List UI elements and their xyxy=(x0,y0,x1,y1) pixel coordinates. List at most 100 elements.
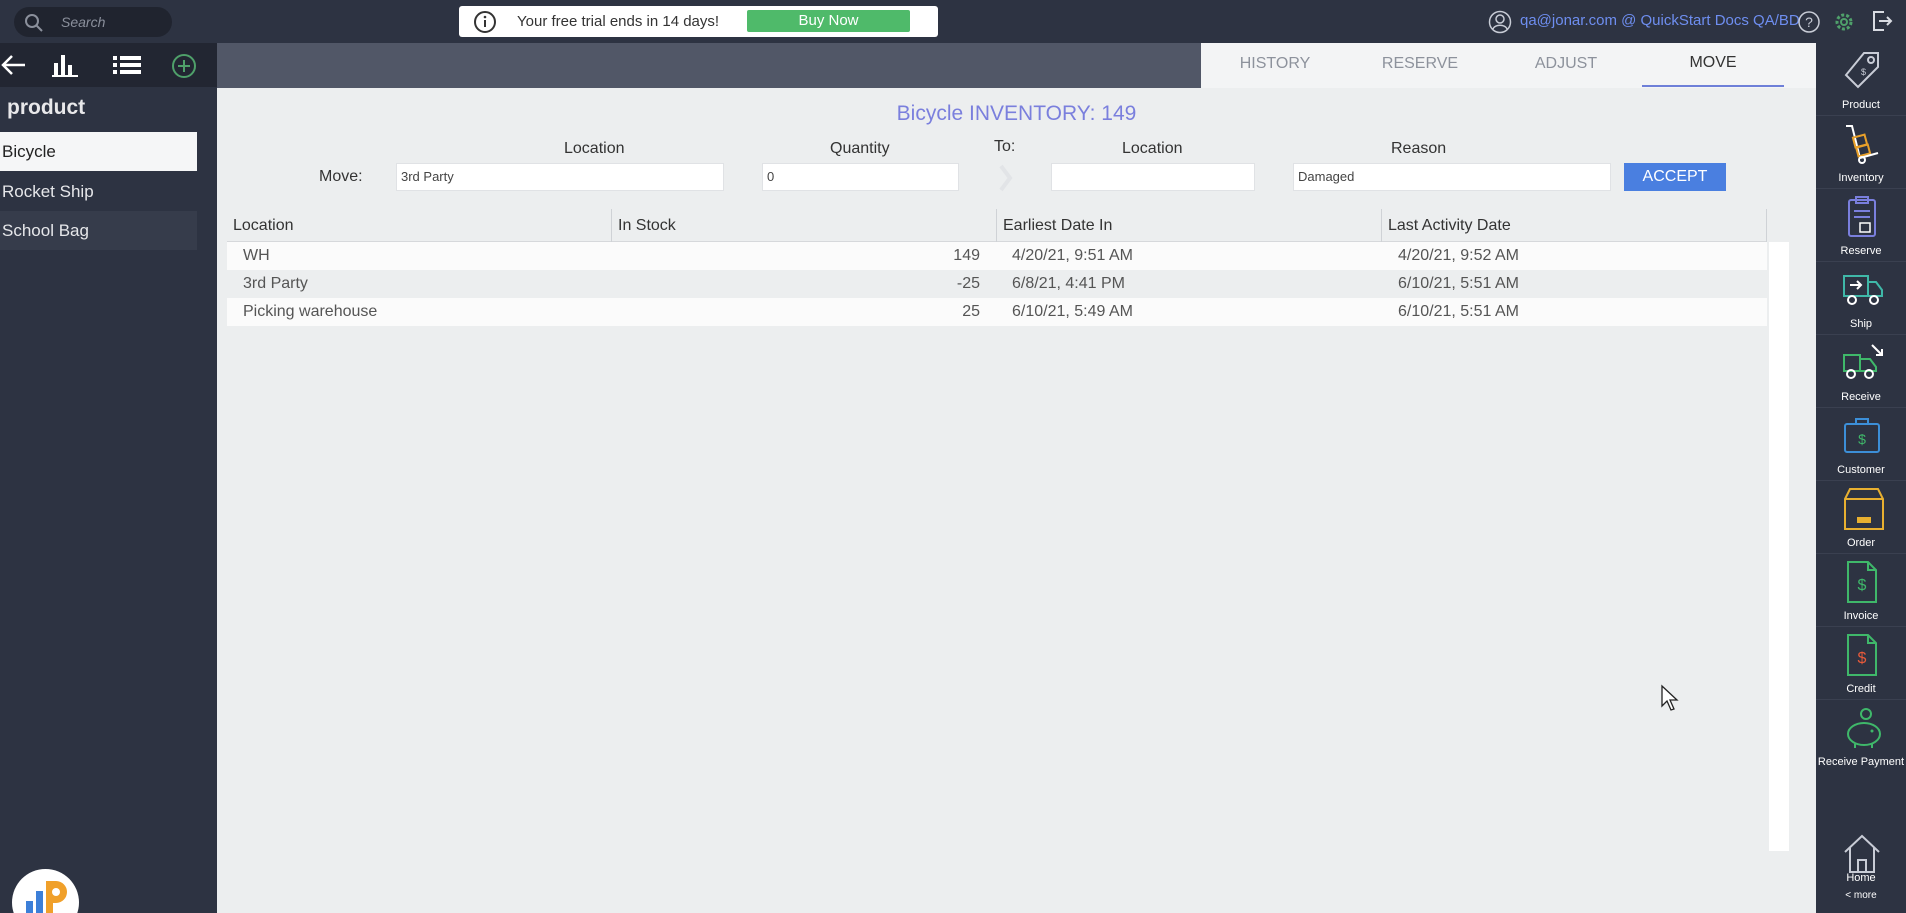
top-bar: Search Your free trial ends in 14 days! … xyxy=(0,0,1906,43)
cell-location: WH xyxy=(243,247,270,264)
sidebar-toolbar xyxy=(0,43,217,87)
cell-earliest-date: 6/8/21, 4:41 PM xyxy=(1012,275,1125,292)
tab-move[interactable]: MOVE xyxy=(1643,54,1783,72)
cell-last-activity: 6/10/21, 5:51 AM xyxy=(1398,303,1519,320)
svg-text:$: $ xyxy=(1858,577,1867,594)
column-header-last-activity[interactable]: Last Activity Date xyxy=(1382,209,1767,242)
column-header-in-stock[interactable]: In Stock xyxy=(612,209,997,242)
svg-text:?: ? xyxy=(1805,14,1813,30)
svg-text:$: $ xyxy=(1861,67,1866,77)
nav-home[interactable]: Home < more xyxy=(1816,826,1906,901)
nav-reserve[interactable]: Reserve xyxy=(1816,189,1906,262)
tag-icon: $ xyxy=(1844,52,1879,89)
nav-receive[interactable]: Receive xyxy=(1816,335,1906,408)
left-sidebar: product Bicycle Rocket Ship School Bag xyxy=(0,43,217,913)
svg-text:$: $ xyxy=(1858,650,1867,667)
tab-adjust[interactable]: ADJUST xyxy=(1496,55,1636,73)
nav-ship[interactable]: Ship xyxy=(1816,262,1906,335)
info-icon xyxy=(474,11,496,33)
logout-icon[interactable] xyxy=(1870,9,1894,33)
user-icon xyxy=(1488,10,1512,34)
inventory-title: Bicycle INVENTORY: 149 xyxy=(896,102,1137,125)
nav-customer[interactable]: $ Customer xyxy=(1816,408,1906,481)
table-row[interactable]: WH 149 4/20/21, 9:51 AM 4/20/21, 9:52 AM xyxy=(227,242,1767,270)
gear-icon[interactable] xyxy=(1832,10,1856,34)
add-icon[interactable] xyxy=(171,53,197,79)
active-tab-indicator xyxy=(1642,85,1784,87)
briefcase-icon: $ xyxy=(1844,418,1880,453)
nav-label: Product xyxy=(1842,99,1880,111)
svg-text:$: $ xyxy=(1858,431,1866,447)
chevron-right-icon xyxy=(999,164,1013,192)
from-location-select[interactable]: 3rd Party xyxy=(396,163,724,191)
nav-invoice[interactable]: $ Invoice xyxy=(1816,554,1906,627)
truck-ship-icon xyxy=(1843,275,1883,305)
credit-icon: $ xyxy=(1847,634,1877,676)
search-input[interactable]: Search xyxy=(14,7,172,37)
nav-product[interactable]: $ Product xyxy=(1816,43,1906,116)
nav-label: Receive Payment xyxy=(1817,756,1905,768)
cell-in-stock: 149 xyxy=(953,247,980,264)
invoice-icon: $ xyxy=(1847,561,1877,603)
sidebar-title: product xyxy=(7,96,86,119)
nav-label: Inventory xyxy=(1838,172,1884,184)
piggy-bank-icon xyxy=(1847,708,1881,748)
bar-chart-icon[interactable] xyxy=(52,53,78,77)
reason-select[interactable]: Damaged xyxy=(1293,163,1611,191)
buy-now-button[interactable]: Buy Now xyxy=(747,10,910,32)
tab-bar: HISTORY RESERVE ADJUST MOVE xyxy=(1201,43,1816,88)
list-icon[interactable] xyxy=(113,53,141,77)
sidebar-item-school-bag[interactable]: School Bag xyxy=(0,211,197,250)
nav-receive-payment[interactable]: Receive Payment xyxy=(1816,700,1906,773)
cell-earliest-date: 6/10/21, 5:49 AM xyxy=(1012,303,1133,320)
nav-credit[interactable]: $ Credit xyxy=(1816,627,1906,700)
location-label: Location xyxy=(564,140,625,157)
search-icon xyxy=(25,14,43,32)
cell-earliest-date: 4/20/21, 9:51 AM xyxy=(1012,247,1133,264)
logo-icon xyxy=(26,881,67,913)
quantity-input[interactable]: 0 xyxy=(762,163,959,191)
tab-reserve[interactable]: RESERVE xyxy=(1350,55,1490,73)
truck-receive-icon xyxy=(1843,344,1883,379)
column-header-earliest-date[interactable]: Earliest Date In xyxy=(997,209,1382,242)
cell-in-stock: -25 xyxy=(956,275,980,292)
cell-location: Picking warehouse xyxy=(243,303,378,320)
table-scrollbar[interactable] xyxy=(1769,242,1789,851)
nav-label: Order xyxy=(1846,537,1876,549)
box-icon xyxy=(1844,488,1884,530)
search-placeholder: Search xyxy=(61,14,106,30)
table-row[interactable]: Picking warehouse 25 6/10/21, 5:49 AM 6/… xyxy=(227,298,1767,326)
nav-label: Home xyxy=(1846,872,1876,884)
home-icon xyxy=(1844,834,1880,873)
quantity-label: Quantity xyxy=(830,140,890,157)
nav-label: Customer xyxy=(1837,464,1885,476)
sidebar-item-rocket-ship[interactable]: Rocket Ship xyxy=(0,172,197,211)
sidebar-item-bicycle[interactable]: Bicycle xyxy=(0,132,197,171)
table-row[interactable]: 3rd Party -25 6/8/21, 4:41 PM 6/10/21, 5… xyxy=(227,270,1767,298)
nav-label: Invoice xyxy=(1843,610,1879,622)
cell-last-activity: 6/10/21, 5:51 AM xyxy=(1398,275,1519,292)
nav-label: Credit xyxy=(1846,683,1876,695)
mouse-cursor-icon xyxy=(1661,684,1679,711)
tab-history[interactable]: HISTORY xyxy=(1205,55,1345,73)
clipboard-icon xyxy=(1848,196,1876,237)
to-location-select[interactable] xyxy=(1051,163,1255,191)
hand-truck-icon xyxy=(1846,125,1879,164)
back-arrow-icon[interactable] xyxy=(0,53,28,77)
nav-inventory[interactable]: Inventory xyxy=(1816,116,1906,189)
nav-order[interactable]: Order xyxy=(1816,481,1906,554)
nav-label: Reserve xyxy=(1840,245,1882,257)
more-link[interactable]: < more xyxy=(1816,890,1906,901)
help-icon[interactable]: ? xyxy=(1797,10,1821,34)
to-label: To: xyxy=(994,138,1016,155)
accept-button[interactable]: ACCEPT xyxy=(1624,163,1726,191)
cell-in-stock: 25 xyxy=(962,303,980,320)
column-header-location[interactable]: Location xyxy=(227,209,612,242)
app-logo xyxy=(12,869,79,913)
trial-banner: Your free trial ends in 14 days! Buy Now xyxy=(459,6,938,37)
table-header: Location In Stock Earliest Date In Last … xyxy=(227,209,1767,242)
user-text: qa@jonar.com @ QuickStart Docs QA/BD xyxy=(1520,12,1800,29)
reason-label: Reason xyxy=(1391,140,1447,157)
nav-label: Receive xyxy=(1841,391,1881,403)
to-location-label: Location xyxy=(1122,140,1183,157)
